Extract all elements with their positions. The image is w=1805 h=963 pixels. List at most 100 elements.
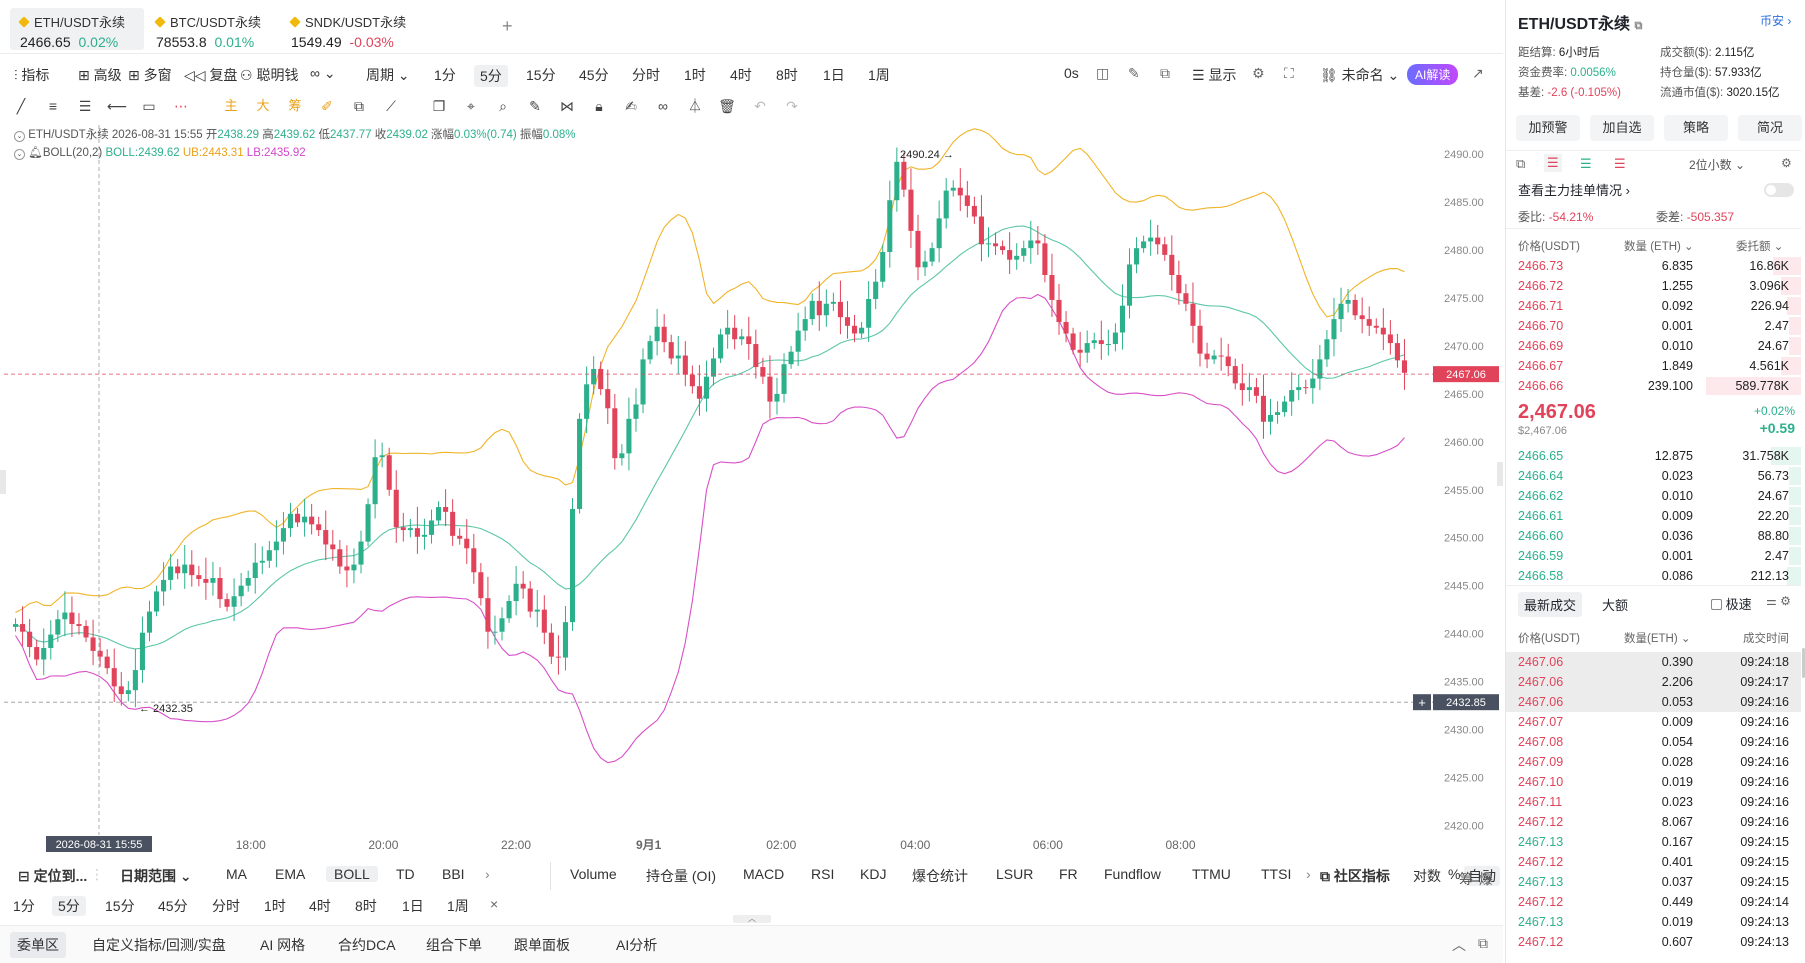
glasses-icon[interactable]: ∞ ⌄	[310, 65, 336, 82]
smart-money-button[interactable]: ⚇ 聪明钱	[240, 65, 298, 85]
period-45m[interactable]: 45分	[158, 896, 188, 916]
chevron-up-icon[interactable]: ︿	[1452, 935, 1466, 955]
sub-lsur[interactable]: LSUR	[996, 866, 1033, 882]
main-force-icon[interactable]: 主	[221, 96, 241, 116]
period-1d[interactable]: 1日	[402, 896, 424, 916]
bid-row[interactable]: 2466.62 0.010 24.67	[1506, 486, 1801, 506]
ind-ma[interactable]: MA	[226, 866, 247, 882]
ind-boll[interactable]: BOLL	[326, 866, 378, 882]
ask-row[interactable]: 2466.70 0.001 2.47	[1506, 316, 1801, 336]
ob-header-total[interactable]: 委托额 ⌄	[1736, 238, 1783, 254]
sub-fundflow[interactable]: Fundflow	[1104, 866, 1161, 882]
bid-row[interactable]: 2466.65 12.875 31.758K	[1506, 446, 1801, 466]
ask-row[interactable]: 2466.73 6.835 16.86K	[1506, 256, 1801, 276]
exchange-link[interactable]: 币安 ›	[1760, 12, 1791, 29]
right-collapse-handle[interactable]	[1497, 462, 1503, 486]
bid-row[interactable]: 2466.64 0.023 56.73	[1506, 466, 1801, 486]
log-toggle[interactable]: 对数	[1413, 866, 1441, 886]
pencil-icon[interactable]: ✎	[1128, 65, 1140, 82]
sub-liquidation[interactable]: 爆仓统计	[912, 866, 968, 886]
magnet-icon[interactable]: ⋈	[557, 96, 577, 116]
interval-15m[interactable]: 15分	[526, 65, 556, 85]
layout-dropdown[interactable]: ⛓ 未命名 ⌄	[1320, 65, 1399, 85]
interval-1m[interactable]: 1分	[434, 65, 456, 85]
ask-row[interactable]: 2466.69 0.010 24.67	[1506, 336, 1801, 356]
sub-kdj[interactable]: KDJ	[860, 866, 886, 882]
interval-1w[interactable]: 1周	[868, 65, 890, 85]
ind-ema[interactable]: EMA	[275, 866, 305, 882]
period-8h[interactable]: 8时	[355, 896, 377, 916]
copy-layer-icon[interactable]: ⧉	[349, 96, 369, 116]
explode-toggle[interactable]: 爆	[1479, 869, 1493, 889]
tab-combo-order[interactable]: 组合下单	[426, 935, 482, 955]
bid-row[interactable]: 2466.60 0.036 88.80	[1506, 526, 1801, 546]
ask-row[interactable]: 2466.66 239.100 589.778K	[1506, 376, 1801, 396]
add-tab-icon[interactable]: +	[502, 16, 513, 37]
add-alert-button[interactable]: 加预警	[1516, 115, 1580, 141]
highlight-icon[interactable]: ✐	[317, 96, 337, 116]
interval-1h[interactable]: 1时	[684, 65, 706, 85]
period-1m[interactable]: 1分	[13, 896, 35, 916]
tr-header-qty[interactable]: 数量(ETH) ⌄	[1624, 630, 1691, 646]
fullscreen-icon[interactable]: ⛶	[1284, 65, 1294, 82]
strategy-button[interactable]: 策略	[1664, 115, 1728, 141]
zoom-icon[interactable]: ⌕	[493, 96, 513, 116]
ask-row[interactable]: 2466.67 1.849 4.561K	[1506, 356, 1801, 376]
tab-custom-indicators[interactable]: 自定义指标/回测/实盘	[92, 935, 226, 955]
big-order-icon[interactable]: 大	[253, 96, 273, 116]
settings-icon[interactable]: ⚙	[1252, 65, 1265, 82]
trash-icon[interactable]: 🗑︎	[717, 96, 737, 116]
tab-orders[interactable]: 委单区	[10, 932, 66, 958]
community-indicators[interactable]: ⧉ 社区指标	[1320, 866, 1390, 886]
sub-fr[interactable]: FR	[1059, 866, 1078, 882]
bid-row[interactable]: 2466.61 0.009 22.20	[1506, 506, 1801, 526]
popout-icon[interactable]: ⧉	[1478, 935, 1488, 952]
chips-toggle[interactable]: 筹	[1459, 869, 1473, 889]
lock-icon[interactable]: 🔒︎	[589, 96, 609, 116]
main-orders-link[interactable]: 查看主力挂单情况 ›	[1518, 180, 1630, 199]
tab-btc[interactable]: BTC/USDT永续 78553.8 0.01%	[146, 8, 280, 50]
undo-icon[interactable]: ↶	[750, 96, 770, 116]
price-chart[interactable]: 2490.00 2485.00 2480.00 2475.00 2470.00 2465.…	[0, 125, 1503, 860]
sub-ttmu[interactable]: TTMU	[1192, 866, 1231, 882]
copy-icon[interactable]: ⧉	[1634, 20, 1642, 32]
tab-latest-trades[interactable]: 最新成交	[1518, 592, 1583, 617]
main-orders-toggle[interactable]	[1764, 183, 1794, 197]
path-icon[interactable]: ⋯	[171, 96, 191, 116]
period-time[interactable]: 分时	[212, 896, 240, 916]
sub-volume[interactable]: Volume	[570, 866, 617, 882]
replay-button[interactable]: ◁◁ 复盘	[184, 65, 237, 85]
fast-checkbox[interactable]: 极速	[1711, 594, 1752, 613]
export-icon[interactable]: ⧉	[1160, 65, 1170, 82]
sub-ttsi[interactable]: TTSI	[1261, 866, 1291, 882]
camera-icon[interactable]: ◫	[1096, 65, 1109, 82]
period-1w[interactable]: 1周	[447, 896, 469, 916]
clone-icon[interactable]: ❐	[429, 96, 449, 116]
date-range-dropdown[interactable]: 日期范围 ⌄	[120, 866, 192, 886]
ask-row[interactable]: 2466.71 0.092 226.94	[1506, 296, 1801, 316]
left-collapse-handle[interactable]	[0, 470, 6, 494]
more-right-icon[interactable]: ›	[485, 866, 490, 882]
ray-icon[interactable]: ⟵	[107, 96, 127, 116]
close-icon[interactable]: ×	[490, 896, 498, 912]
overview-button[interactable]: 简况	[1738, 115, 1802, 141]
parallel-lines-icon[interactable]: ≡	[43, 96, 63, 116]
ind-td[interactable]: TD	[396, 866, 415, 882]
period-4h[interactable]: 4时	[309, 896, 331, 916]
tab-eth[interactable]: ETH/USDT永续 2466.65 0.02%	[10, 8, 144, 50]
locate-button[interactable]: ⊟ 定位到...	[18, 866, 87, 886]
chips-icon[interactable]: 筹	[285, 96, 305, 116]
interval-1d[interactable]: 1日	[823, 65, 845, 85]
period-5m[interactable]: 5分	[52, 896, 86, 916]
interval-time[interactable]: 分时	[632, 65, 660, 85]
book-bids-icon[interactable]: ☰	[1580, 156, 1592, 172]
advanced-button[interactable]: ⊞ 高级	[78, 65, 122, 85]
ob-header-qty[interactable]: 数量 (ETH) ⌄	[1624, 238, 1694, 254]
trendline-icon[interactable]: ╱	[11, 96, 31, 116]
measure-icon[interactable]: ⟋	[381, 96, 401, 116]
expand-handle-icon[interactable]: ︿	[733, 915, 771, 923]
collapse-icon[interactable]: ⌄	[14, 149, 25, 160]
ai-read-button[interactable]: AI解读	[1407, 64, 1459, 85]
interval-4h[interactable]: 4时	[730, 65, 752, 85]
interval-5m[interactable]: 5分	[474, 65, 508, 87]
